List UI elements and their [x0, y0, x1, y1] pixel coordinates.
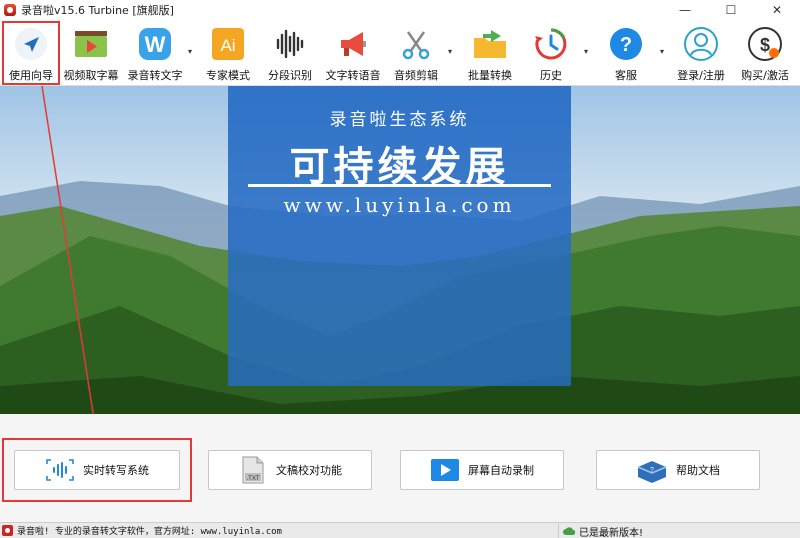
feature-button-area: 实时转写系统 .TXT 文稿校对功能 屏幕自动录制 ? 帮助文档 [0, 414, 800, 522]
title-bar: 录音啦v15.6 Turbine [旗舰版] — ☐ ✕ [0, 0, 800, 19]
guide-highlight-box [2, 21, 60, 85]
txt-document-icon: .TXT [238, 455, 268, 485]
main-toolbar: 使用向导 视频取字幕 W 录音转文字 ▾ Ai 专家模式 分段识别 文字转语音 … [0, 19, 800, 86]
realtime-highlight-box [2, 438, 192, 502]
svg-text:W: W [145, 32, 166, 57]
promo-banner[interactable]: 录音啦生态系统 可持续发展 www.luyinla.com [0, 86, 800, 414]
screen-record-button[interactable]: 屏幕自动录制 [400, 450, 564, 490]
help-book-icon: ? [636, 457, 668, 483]
toolbar-text-to-speech[interactable]: 文字转语音 [322, 21, 384, 83]
folder-arrow-icon [471, 25, 509, 63]
banner-url: www.luyinla.com [283, 193, 516, 217]
screen-record-label: 屏幕自动录制 [468, 464, 534, 477]
svg-text:Ai: Ai [220, 36, 235, 55]
toolbar-audio-to-text[interactable]: W 录音转文字 [124, 21, 186, 83]
status-app-icon [2, 525, 13, 536]
svg-text:?: ? [650, 467, 654, 474]
toolbar-support[interactable]: ? 客服 [600, 21, 652, 83]
toolbar-purchase[interactable]: $ 购买/激活 [736, 21, 794, 83]
help-question-icon: ? [607, 25, 645, 63]
maximize-button[interactable]: ☐ [708, 0, 754, 19]
status-message: 录音啦! 专业的录音转文字软件，官方网址: www.luyinla.com [17, 527, 282, 537]
toolbar-batch-convert[interactable]: 批量转换 [462, 21, 518, 83]
chevron-down-icon[interactable]: ▾ [660, 47, 664, 56]
user-icon [682, 25, 720, 63]
toolbar-login[interactable]: 登录/注册 [672, 21, 730, 83]
chevron-down-icon[interactable]: ▾ [448, 47, 452, 56]
status-left: 录音啦! 专业的录音转文字软件，官方网址: www.luyinla.com [2, 524, 282, 537]
svg-text:$: $ [760, 35, 770, 55]
version-status: 已是最新版本! [579, 527, 644, 538]
banner-text-panel: 录音啦生态系统 可持续发展 www.luyinla.com [228, 86, 571, 386]
waveform-icon [271, 25, 309, 63]
video-play-icon [72, 25, 110, 63]
screen-record-icon [430, 457, 460, 483]
toolbar-history[interactable]: 历史 [528, 21, 574, 83]
app-logo-icon [4, 3, 16, 16]
toolbar-video-subtitle[interactable]: 视频取字幕 [60, 21, 122, 83]
chevron-down-icon[interactable]: ▾ [188, 47, 192, 56]
toolbar-expert-mode[interactable]: Ai 专家模式 [200, 21, 256, 83]
chevron-down-icon[interactable]: ▾ [584, 47, 588, 56]
help-docs-label: 帮助文档 [676, 464, 720, 477]
window-title: 录音啦v15.6 Turbine [旗舰版] [21, 3, 174, 17]
minimize-button[interactable]: — [662, 0, 708, 19]
megaphone-icon [334, 25, 372, 63]
svg-text:.TXT: .TXT [247, 476, 260, 482]
ai-icon: Ai [209, 25, 247, 63]
svg-text:?: ? [620, 34, 632, 56]
banner-subtitle: 录音啦生态系统 [329, 110, 470, 130]
scissors-icon [397, 25, 435, 63]
purchase-dollar-icon: $ [746, 25, 784, 63]
status-bar: 录音啦! 专业的录音转文字软件，官方网址: www.luyinla.com 已是… [0, 522, 800, 538]
window-controls: — ☐ ✕ [662, 0, 800, 19]
banner-divider [248, 184, 551, 187]
status-right: 已是最新版本! [558, 523, 643, 538]
history-clock-icon [532, 25, 570, 63]
toolbar-audio-edit[interactable]: 音频剪辑 [388, 21, 444, 83]
cloud-icon [563, 526, 575, 536]
proofread-button[interactable]: .TXT 文稿校对功能 [208, 450, 372, 490]
app-window: 录音啦v15.6 Turbine [旗舰版] — ☐ ✕ 使用向导 视频取字幕 … [0, 0, 800, 538]
toolbar-segment-recognition[interactable]: 分段识别 [262, 21, 318, 83]
close-button[interactable]: ✕ [754, 0, 800, 19]
proofread-label: 文稿校对功能 [276, 464, 342, 477]
help-docs-button[interactable]: ? 帮助文档 [596, 450, 760, 490]
w-letter-icon: W [136, 25, 174, 63]
